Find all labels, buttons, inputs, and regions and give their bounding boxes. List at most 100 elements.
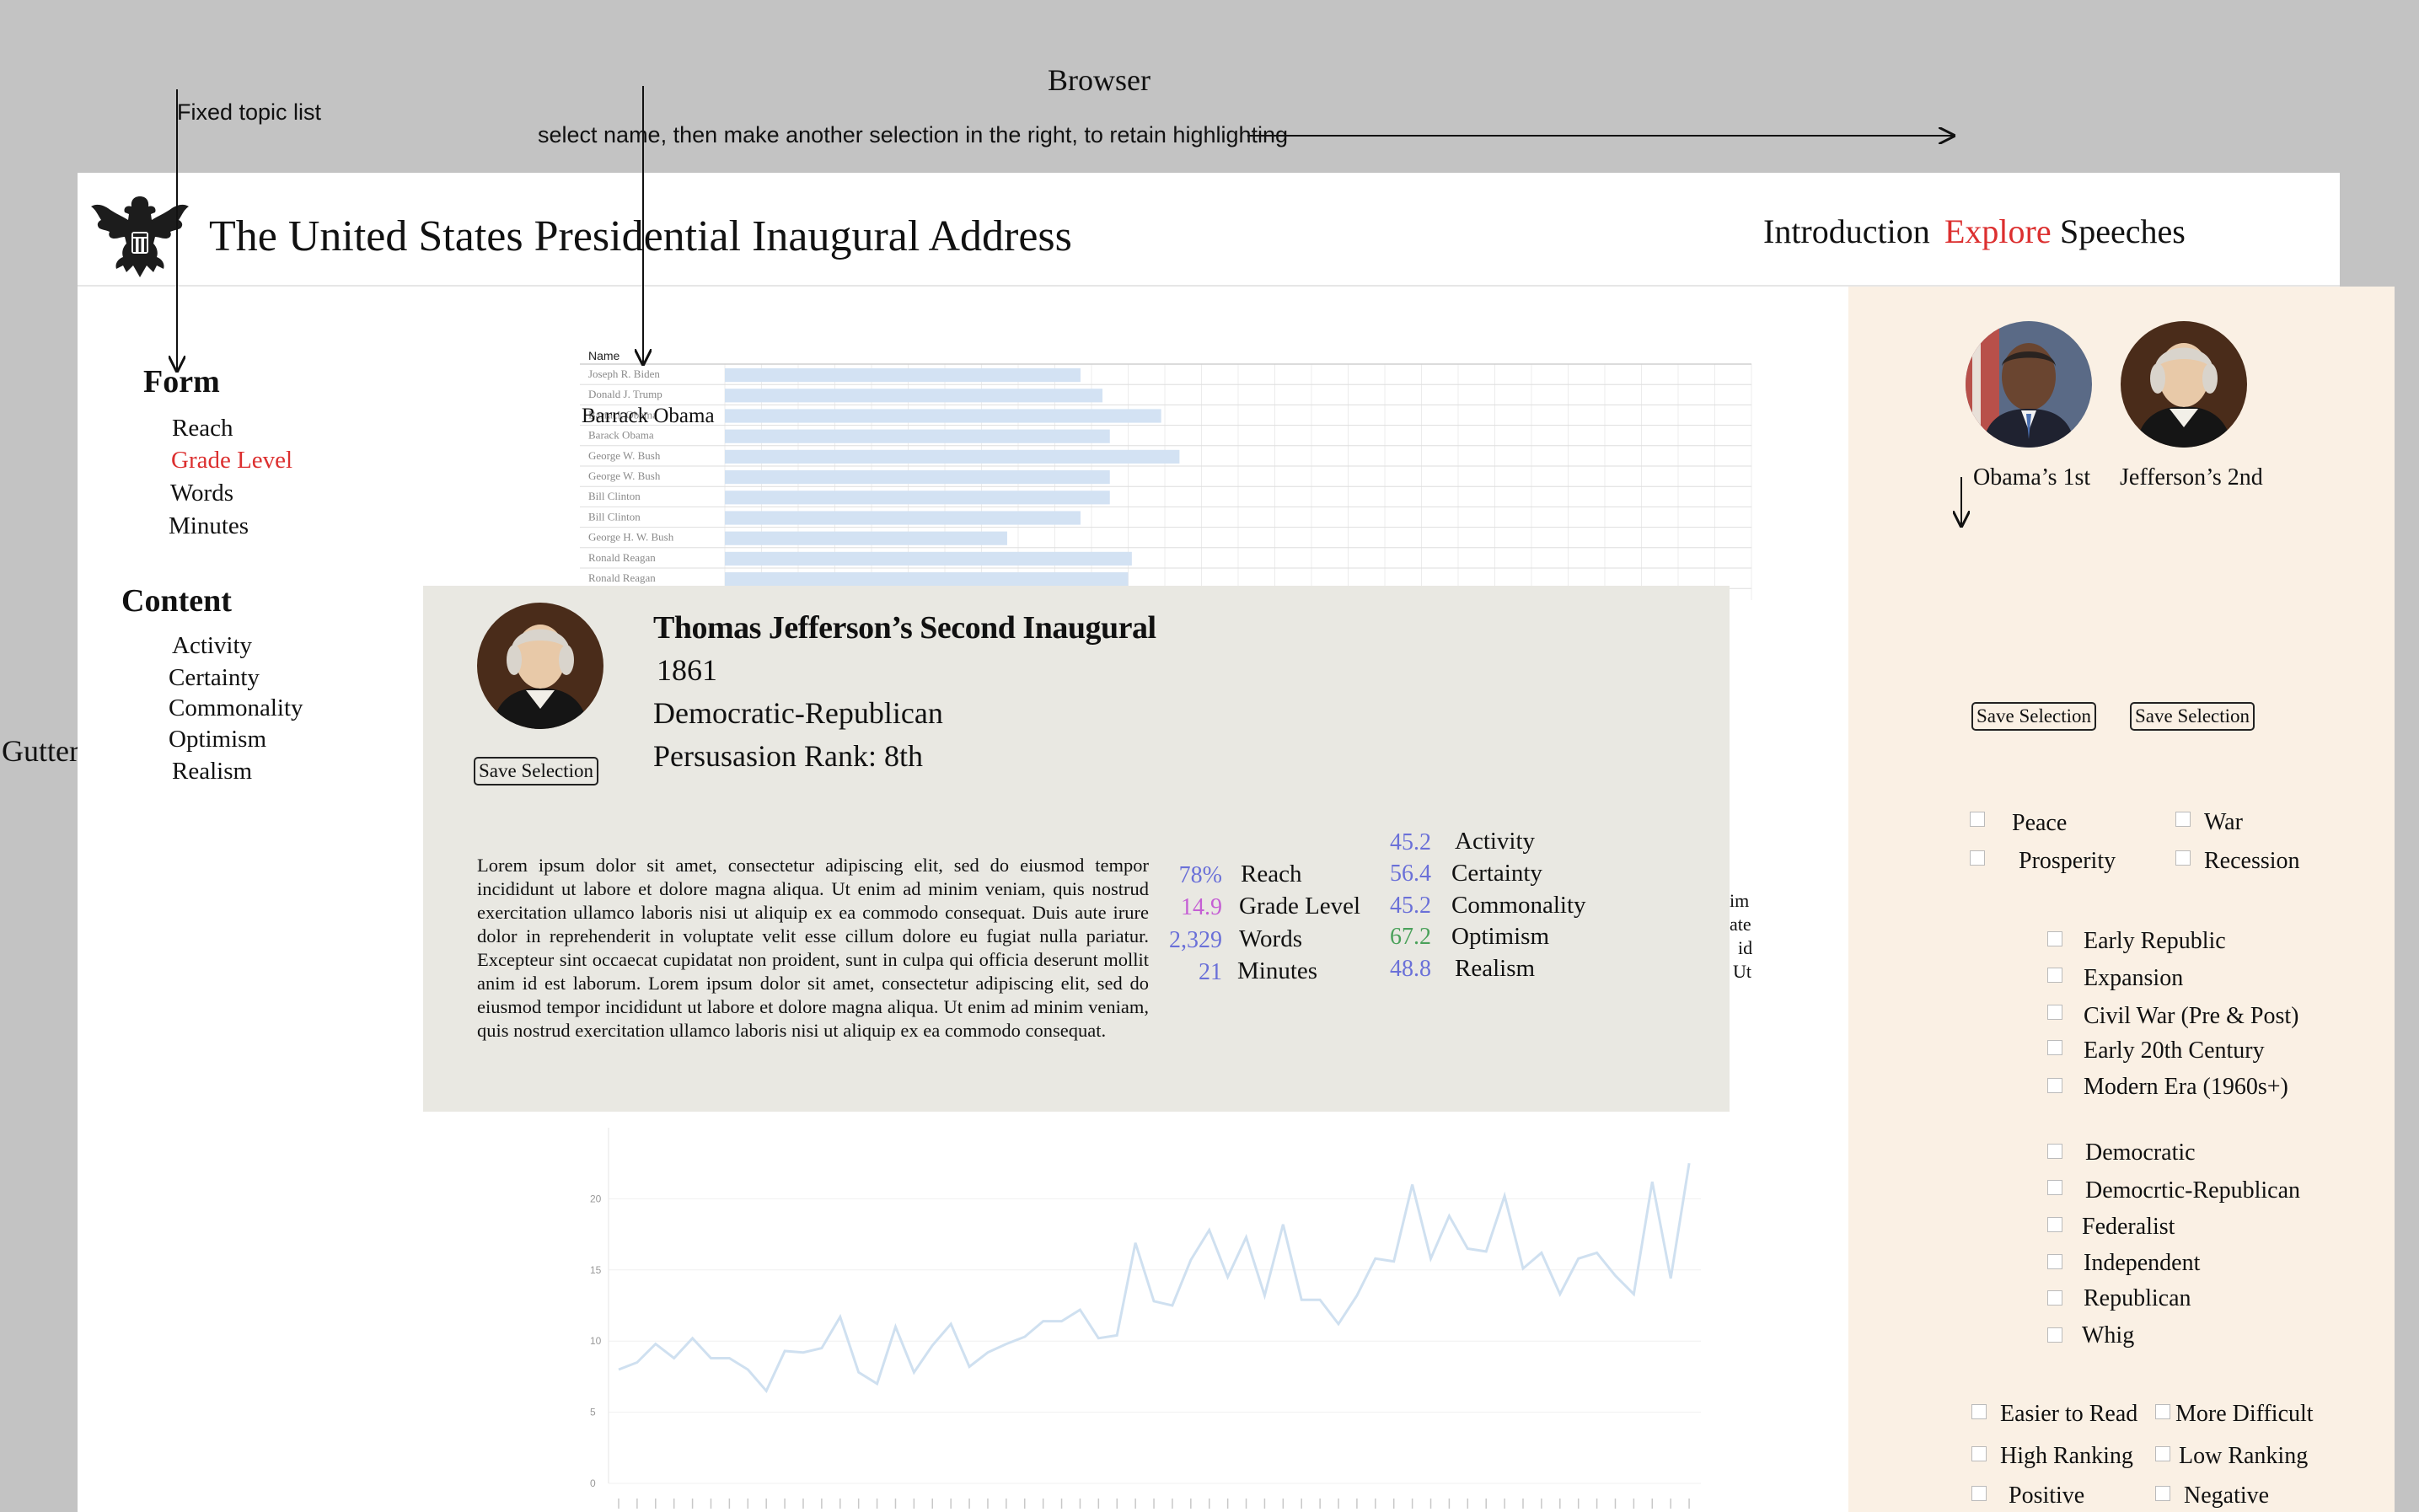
- bar: [725, 409, 1161, 423]
- filter-era-expansion-label: Expansion: [2084, 965, 2184, 991]
- filter-era-civil-war-checkbox[interactable]: [2047, 1005, 2062, 1020]
- eagle-seal-icon: [91, 196, 189, 277]
- filter-party-independent-label: Independent: [2084, 1250, 2201, 1276]
- bar: [725, 368, 1081, 383]
- bar-category-label: Bill Clinton: [588, 490, 641, 502]
- behind-text-1: im: [1730, 890, 1750, 911]
- filter-party-republican-checkbox[interactable]: [2047, 1290, 2062, 1306]
- filter-high-ranking-label: High Ranking: [2000, 1443, 2133, 1469]
- filter-party-democratic-checkbox[interactable]: [2047, 1144, 2062, 1159]
- card-rank: Persusasion Rank: 8th: [653, 738, 923, 774]
- card-rank-value: 8th: [884, 739, 924, 773]
- filter-low-ranking-checkbox[interactable]: [2155, 1446, 2170, 1461]
- portrait-obama[interactable]: [1966, 321, 2092, 448]
- filter-party-dem-rep-checkbox[interactable]: [2047, 1180, 2062, 1195]
- save-selection-1-button[interactable]: Save Selection: [1971, 702, 2097, 731]
- filter-recession-checkbox[interactable]: [2175, 850, 2191, 866]
- portrait-jefferson[interactable]: [2121, 321, 2247, 448]
- filter-easier-label: Easier to Read: [2000, 1401, 2138, 1427]
- behind-text-2: ate: [1730, 914, 1751, 935]
- filter-peace-checkbox[interactable]: [1970, 812, 1985, 827]
- bar: [725, 429, 1110, 443]
- card-year: 1861: [657, 653, 717, 687]
- behind-text-4: Ut: [1733, 961, 1751, 982]
- bar-category-label: Donald J. Trump: [588, 388, 662, 400]
- bar-category-label: Bill Clinton: [588, 510, 641, 523]
- topic-reach[interactable]: Reach: [172, 415, 233, 442]
- topic-activity[interactable]: Activity: [172, 632, 252, 660]
- card-party: Democratic-Republican: [653, 696, 943, 730]
- stat-optimism-value: 67.2: [1390, 924, 1431, 950]
- stat-commonality-value: 45.2: [1390, 893, 1431, 919]
- selection-label-2: Jefferson’s 2nd: [2120, 464, 2263, 491]
- y-tick-label: 10: [590, 1335, 602, 1347]
- filter-more-difficult-checkbox[interactable]: [2155, 1404, 2170, 1419]
- nav-introduction[interactable]: Introduction: [1763, 212, 1930, 251]
- stat-reach-value: 78%: [1178, 862, 1222, 888]
- y-tick-label: 0: [590, 1477, 596, 1489]
- filter-era-expansion-checkbox[interactable]: [2047, 968, 2062, 983]
- filter-era-modern-label: Modern Era (1960s+): [2084, 1074, 2288, 1100]
- selection-label-1: Obama’s 1st: [1973, 464, 2091, 491]
- bar-category-label: Joseph R. Biden: [588, 367, 660, 380]
- save-selection-2-button[interactable]: Save Selection: [2130, 702, 2255, 731]
- stat-optimism-label: Optimism: [1451, 923, 1550, 950]
- bar: [725, 449, 1180, 464]
- annotation-gutter: Gutter: [2, 734, 79, 768]
- y-tick-label: 5: [590, 1407, 596, 1418]
- filter-war-label: War: [2204, 809, 2243, 835]
- stat-commonality-label: Commonality: [1451, 892, 1586, 919]
- bar: [725, 389, 1103, 403]
- filter-party-independent-checkbox[interactable]: [2047, 1254, 2062, 1269]
- stat-certainty-value: 56.4: [1390, 861, 1431, 887]
- stat-minutes-value: 21: [1199, 959, 1222, 985]
- bar: [725, 531, 1007, 545]
- stat-certainty-label: Certainty: [1451, 860, 1542, 887]
- topic-realism[interactable]: Realism: [172, 758, 252, 785]
- topic-words[interactable]: Words: [170, 480, 233, 507]
- bar: [725, 491, 1110, 505]
- stat-realism-label: Realism: [1455, 955, 1536, 982]
- filter-high-ranking-checkbox[interactable]: [1971, 1446, 1987, 1461]
- y-tick-label: 20: [590, 1193, 602, 1204]
- selection-panel: Obama’s 1st Jefferson’s 2nd Save Selecti…: [1848, 287, 2395, 1512]
- site-header: The United States Presidential Inaugural…: [78, 173, 2340, 287]
- topic-minutes[interactable]: Minutes: [169, 512, 249, 540]
- filter-party-federalist-checkbox[interactable]: [2047, 1217, 2062, 1232]
- topic-grade-level[interactable]: Grade Level: [171, 447, 292, 475]
- bar-chart-header: Name: [588, 349, 620, 362]
- stat-minutes-label: Minutes: [1237, 957, 1318, 984]
- filter-era-early-republic-label: Early Republic: [2084, 928, 2226, 954]
- topic-certainty[interactable]: Certainty: [169, 664, 260, 692]
- filter-easier-checkbox[interactable]: [1971, 1404, 1987, 1419]
- filter-party-whig-checkbox[interactable]: [2047, 1327, 2062, 1343]
- card-portrait-jefferson: [477, 603, 603, 729]
- card-save-selection-button[interactable]: Save Selection: [474, 757, 599, 785]
- grade-level-line-chart: 0 5 10 15 20: [590, 1128, 1701, 1509]
- topic-heading-form: Form: [143, 364, 220, 399]
- stat-reach-label: Reach: [1241, 861, 1302, 887]
- bar: [725, 572, 1129, 587]
- filter-party-federalist-label: Federalist: [2082, 1214, 2175, 1240]
- topic-optimism[interactable]: Optimism: [169, 726, 266, 753]
- filter-era-early-20th-checkbox[interactable]: [2047, 1040, 2062, 1055]
- bar-category-label: George W. Bush: [588, 469, 661, 482]
- bar-category-label: Ronald Reagan: [588, 571, 656, 584]
- stat-realism-value: 48.8: [1390, 956, 1431, 982]
- stat-grade-level-label: Grade Level: [1239, 893, 1361, 920]
- nav-explore[interactable]: Explore: [1944, 212, 2052, 251]
- nav-speeches[interactable]: Speeches: [2060, 212, 2186, 251]
- stat-words-label: Words: [1239, 925, 1302, 952]
- filter-era-early-republic-checkbox[interactable]: [2047, 931, 2062, 946]
- filter-era-modern-checkbox[interactable]: [2047, 1078, 2062, 1093]
- annotation-browser: Browser: [1048, 63, 1150, 97]
- filter-recession-label: Recession: [2204, 848, 2300, 874]
- filter-positive-checkbox[interactable]: [1971, 1486, 1987, 1501]
- topic-commonality[interactable]: Commonality: [169, 694, 303, 722]
- filter-war-checkbox[interactable]: [2175, 812, 2191, 827]
- stat-words-value: 2,329: [1169, 927, 1222, 953]
- filter-prosperity-checkbox[interactable]: [1970, 850, 1985, 866]
- card-speech-excerpt: Lorem ipsum dolor sit amet, consectetur …: [477, 855, 1149, 1041]
- filter-party-dem-rep-label: Democrtic-Republican: [2085, 1177, 2301, 1204]
- filter-negative-checkbox[interactable]: [2155, 1486, 2170, 1501]
